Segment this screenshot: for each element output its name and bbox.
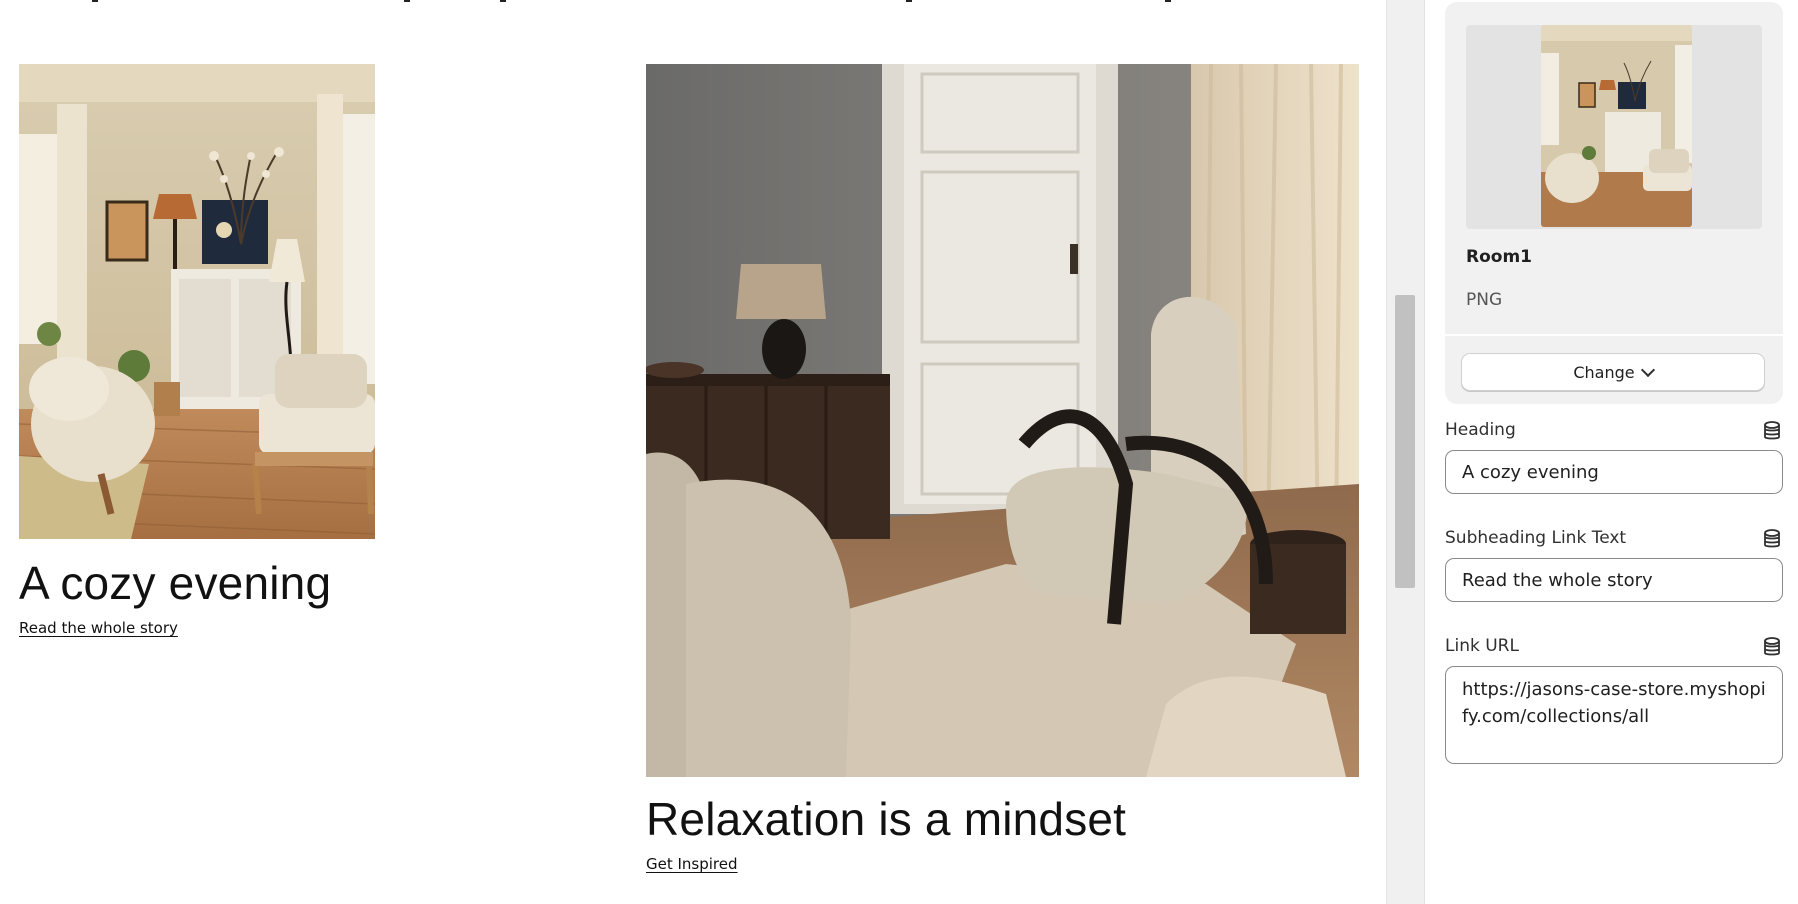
image-picker-card: Room1 PNG Change — [1445, 2, 1783, 404]
block-settings-panel: Room1 PNG Change Heading A cozy evening … — [1424, 0, 1798, 904]
database-icon[interactable] — [1763, 421, 1781, 441]
image-thumbnail — [1541, 25, 1692, 227]
link-url-field: Link URL https://jasons-case-store.mysho… — [1445, 636, 1783, 764]
subheading-input[interactable]: Read the whole story — [1445, 558, 1783, 602]
link-url-label: Link URL — [1445, 636, 1519, 656]
room-image-relaxation-art — [646, 64, 1359, 777]
image-block-cozy: A cozy evening Read the whole story — [19, 64, 375, 638]
scrollbar-thumb[interactable] — [1395, 295, 1415, 588]
database-icon[interactable] — [1763, 529, 1781, 549]
card-divider — [1445, 334, 1783, 336]
block-link[interactable]: Read the whole story — [19, 619, 178, 637]
image-file-type: PNG — [1466, 290, 1503, 310]
database-icon[interactable] — [1763, 637, 1781, 657]
image-block-relaxation: Relaxation is a mindset Get Inspired — [646, 64, 1359, 874]
subheading-link-text-field: Subheading Link Text Read the whole stor… — [1445, 528, 1783, 602]
subheading-label: Subheading Link Text — [1445, 528, 1627, 548]
heading-label: Heading — [1445, 420, 1516, 440]
heading-field: Heading A cozy evening — [1445, 420, 1783, 494]
link-url-input[interactable]: https://jasons-case-store.myshopify.com/… — [1445, 666, 1783, 764]
image-thumbnail-area[interactable] — [1466, 25, 1762, 229]
change-button-label: Change — [1573, 362, 1635, 382]
image-file-name: Room1 — [1466, 247, 1532, 267]
block-link[interactable]: Get Inspired — [646, 855, 738, 873]
room-image-cozy-art — [19, 64, 375, 539]
block-heading: Relaxation is a mindset — [646, 793, 1127, 845]
chevron-down-icon — [1640, 362, 1655, 377]
preview-scrollbar[interactable] — [1386, 0, 1424, 904]
storefront-preview: A cozy evening Read the whole story Rela… — [0, 0, 1385, 904]
room-image-cozy[interactable] — [19, 64, 375, 539]
room-image-relaxation[interactable] — [646, 64, 1359, 777]
image-thumbnail-art — [1541, 25, 1692, 227]
heading-input[interactable]: A cozy evening — [1445, 450, 1783, 494]
block-heading: A cozy evening — [19, 557, 332, 609]
cropped-text-row — [0, 0, 1385, 2]
change-image-button[interactable]: Change — [1461, 353, 1765, 391]
